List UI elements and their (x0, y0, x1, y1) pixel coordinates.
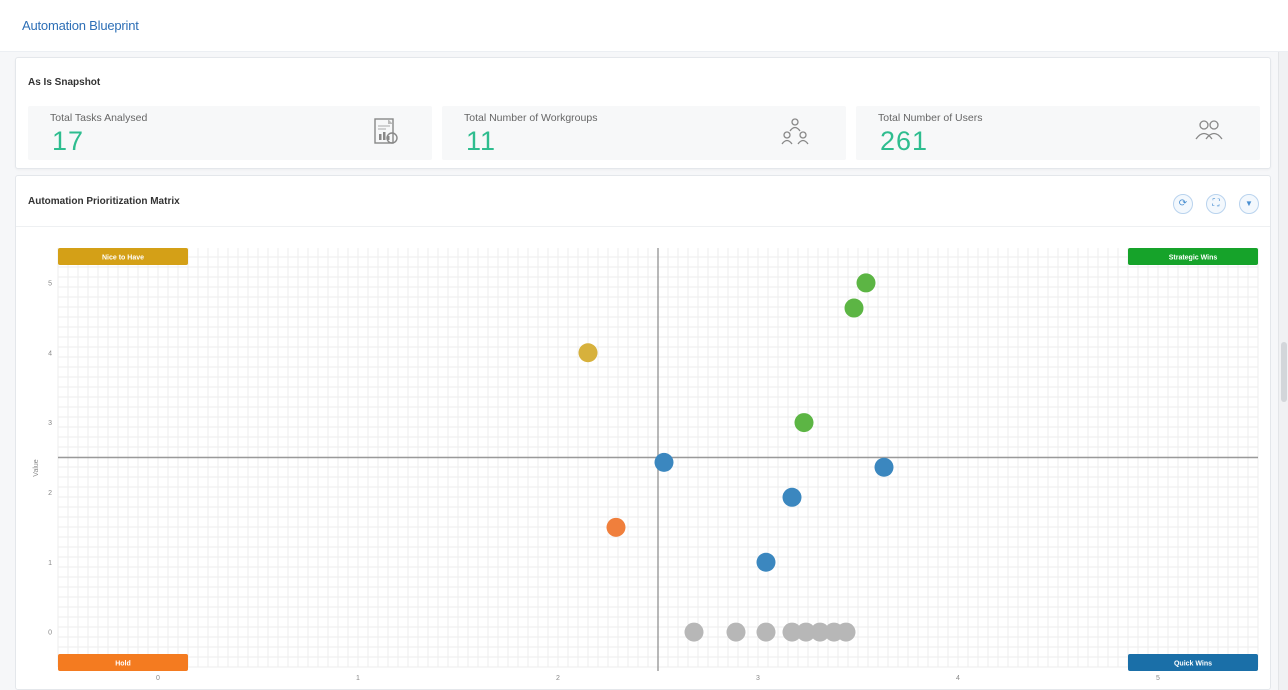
quadrant-label: Strategic Wins (1169, 255, 1218, 262)
snapshot-card: As Is Snapshot Total Tasks Analysed 17 T… (15, 57, 1271, 169)
page-title[interactable]: Automation Blueprint (22, 18, 139, 33)
scrollbar-thumb[interactable] (1281, 342, 1287, 402)
quadrant-label: Quick Wins (1174, 661, 1212, 668)
y-axis-label: Value (33, 459, 40, 476)
data-point (756, 622, 776, 642)
data-point (726, 622, 746, 642)
data-point (654, 452, 674, 472)
x-tick-label: 1 (356, 675, 360, 682)
data-point (836, 622, 856, 642)
stat-label: Total Tasks Analysed (50, 112, 148, 124)
data-point (782, 487, 802, 507)
data-point (606, 517, 626, 537)
y-tick-label: 2 (48, 490, 52, 497)
report-icon (368, 114, 402, 148)
matrix-card: Automation Prioritization Matrix ⟳ ⛶ ▼ N… (15, 175, 1271, 690)
y-tick-label: 1 (48, 560, 52, 567)
prioritization-chart: Nice to Have Strategic Wins Hold Quick Wins… (33, 248, 1259, 682)
data-point (756, 552, 776, 572)
x-tick-label: 5 (1156, 675, 1160, 682)
x-tick-label: 3 (756, 675, 760, 682)
page-header: Automation Blueprint (0, 0, 1288, 52)
quadrant-label: Nice to Have (102, 255, 144, 262)
snapshot-title: As Is Snapshot (28, 77, 101, 88)
data-point (874, 457, 894, 477)
stat-value: 11 (466, 126, 497, 156)
x-tick-label: 2 (556, 675, 560, 682)
y-tick-label: 0 (48, 630, 52, 637)
data-point (578, 343, 598, 363)
stat-label: Total Number of Users (878, 112, 983, 124)
scrollbar-track[interactable] (1278, 52, 1288, 690)
tick-labels: 0 1 2 3 4 5 0 1 2 3 4 5 (48, 280, 1160, 682)
data-point (794, 413, 814, 433)
y-tick-label: 3 (48, 420, 52, 427)
users-icon (1192, 114, 1226, 148)
data-point (844, 298, 864, 318)
stat-label: Total Number of Workgroups (464, 112, 598, 124)
quadrant-label: Hold (115, 661, 131, 668)
stat-value: 261 (880, 126, 929, 156)
workgroup-icon (778, 114, 812, 148)
x-tick-label: 4 (956, 675, 960, 682)
x-tick-label: 0 (156, 675, 160, 682)
stat-tile-workgroups: Total Number of Workgroups 11 (442, 106, 846, 160)
stat-tile-tasks: Total Tasks Analysed 17 (28, 106, 432, 160)
y-tick-label: 4 (48, 350, 52, 357)
stat-value: 17 (52, 126, 85, 156)
y-tick-label: 5 (48, 280, 52, 287)
data-point (856, 273, 876, 293)
stat-tile-users: Total Number of Users 261 (856, 106, 1260, 160)
data-point (684, 622, 704, 642)
